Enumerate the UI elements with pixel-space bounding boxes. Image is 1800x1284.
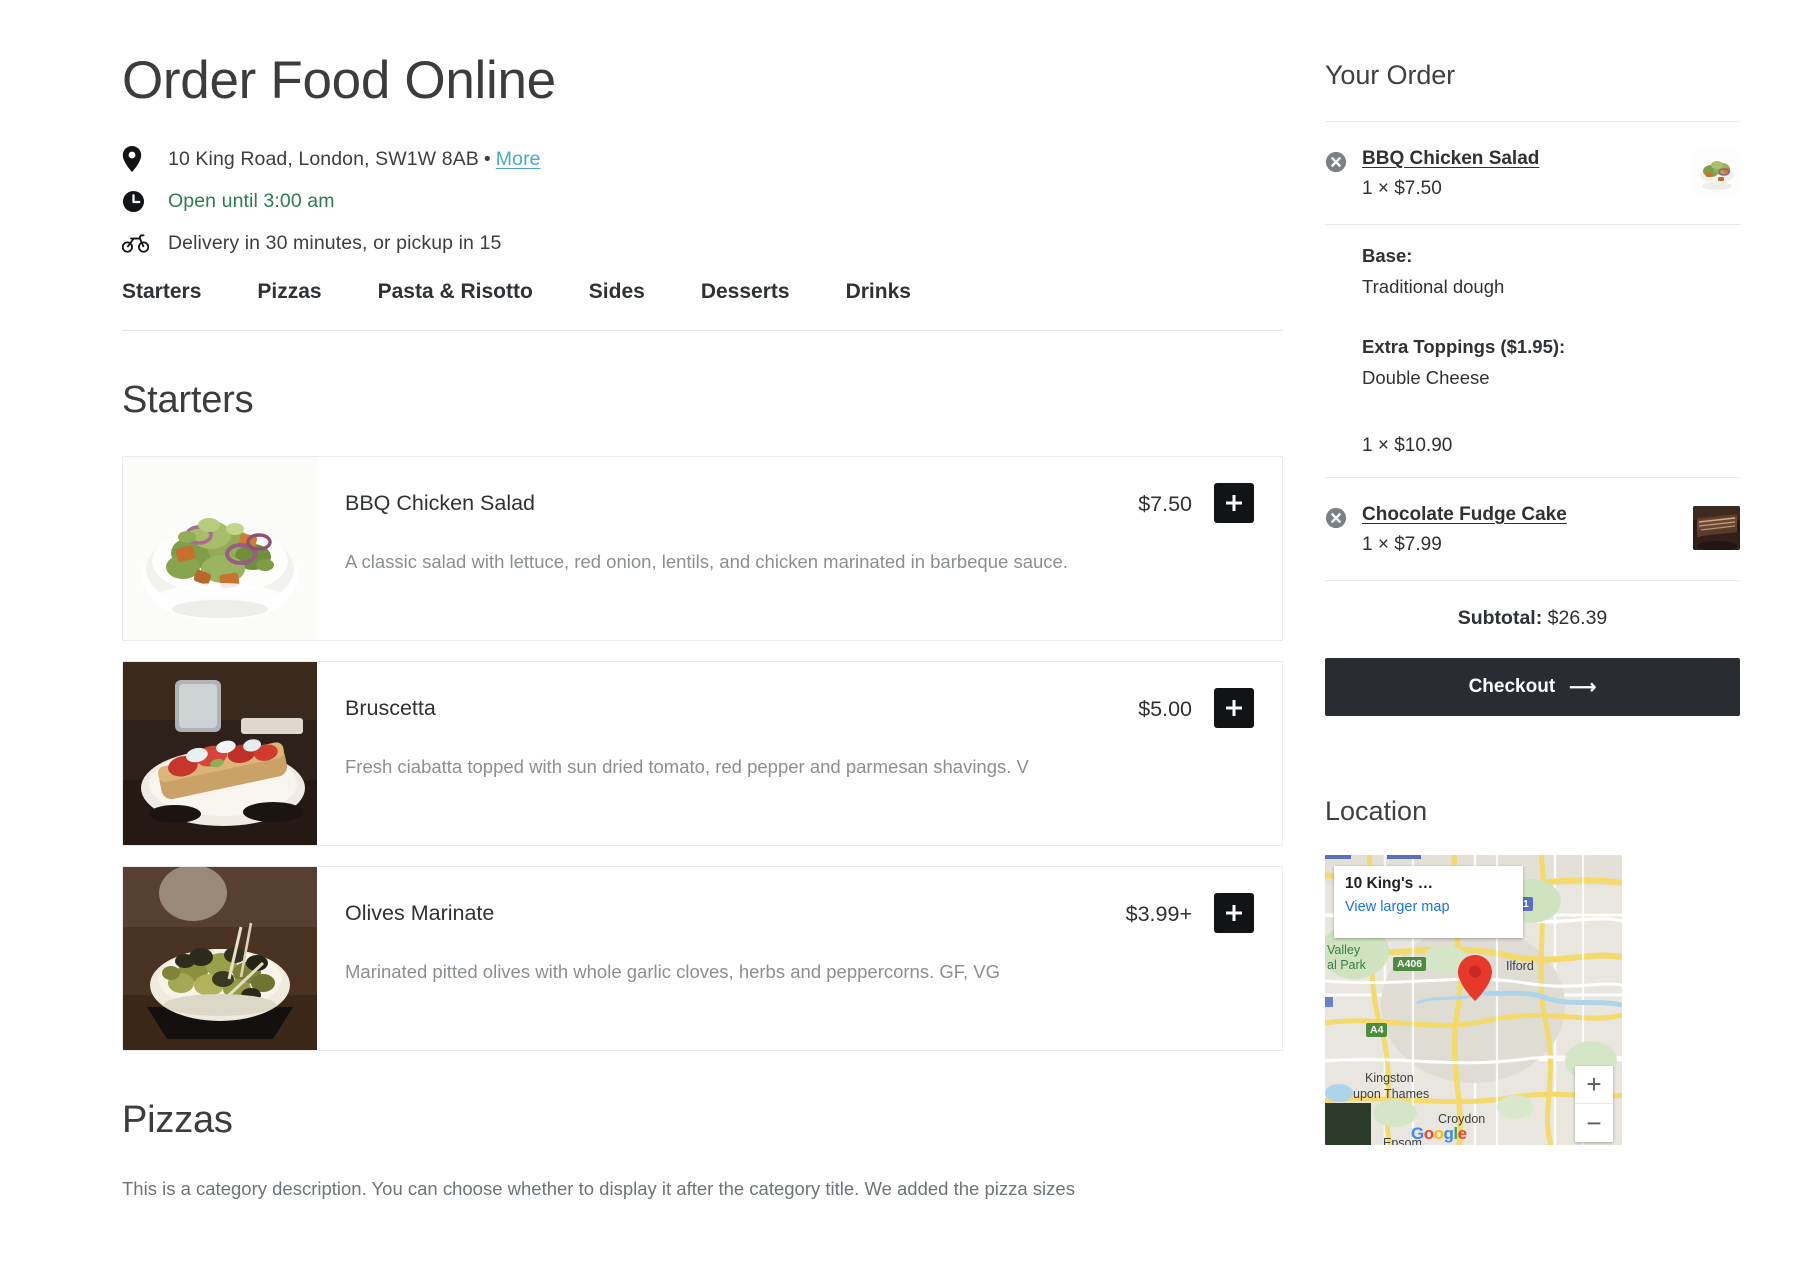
order-item-qty-price: 1 × $7.50 [1362,178,1442,199]
menu-item-name: Olives Marinate [345,901,495,926]
order-line-item: BBQ Chicken Salad 1 × $7.50 [1325,122,1740,224]
order-panel-heading: Your Order [1325,60,1456,90]
open-status-text: Open until 3:00 am [168,189,335,212]
address-text: 10 King Road, London, SW1W 8AB • More [168,148,541,171]
menu-item-body: Bruscetta $5.00 Fresh ciabatta topped wi… [317,662,1282,845]
meta-separator: • [483,147,491,170]
menu-item-name: Bruscetta [345,696,436,721]
bruscetta-photo [123,662,317,846]
order-line-item: Chocolate Fudge Cake 1 × $7.99 [1325,478,1740,580]
menu-item-description: Marinated pitted olives with whole garli… [345,961,1001,983]
olives-marinate-photo [123,867,317,1051]
nav-item-drinks[interactable]: Drinks [846,280,911,304]
category-nav: Starters Pizzas Pasta & Risotto Sides De… [122,280,1283,332]
nav-item-desserts[interactable]: Desserts [701,280,790,304]
location-heading: Location [1325,796,1428,826]
option-value: Traditional dough [1362,276,1505,297]
road-shield-a4: A4 [1366,1023,1388,1037]
map-pin-marker[interactable] [1458,955,1492,1006]
main-content: Order Food Online 10 King Road, London, … [0,0,1283,1284]
bbq-chicken-salad-thumb [1693,150,1740,194]
option-value: Double Cheese [1362,367,1490,388]
subtotal-row: Subtotal: $26.39 [1325,581,1740,658]
google-logo: Google [1411,1124,1467,1143]
subtotal-label: Subtotal: [1457,607,1543,629]
order-item-qty-price: 1 × $7.99 [1362,534,1442,555]
map-street-view-thumbnail[interactable] [1325,1103,1371,1145]
menu-item-card[interactable]: Bruscetta $5.00 Fresh ciabatta topped wi… [122,661,1283,847]
more-link[interactable]: More [496,148,541,170]
menu-item-head: Olives Marinate $3.99+ [345,893,1254,934]
menu-item-head: Bruscetta $5.00 [345,688,1254,729]
map-zoom-controls: + − [1575,1066,1613,1142]
menu-item-description: Fresh ciabatta topped with sun dried tom… [345,756,1029,778]
order-line-main: BBQ Chicken Salad 1 × $7.50 [1325,148,1693,200]
subtotal-value: $26.39 [1547,607,1608,629]
address-value: 10 King Road, London, SW1W 8AB [168,147,479,170]
page-title: Order Food Online [122,51,556,110]
category-description: This is a category description. You can … [122,1178,1075,1200]
menu-item-card[interactable]: Olives Marinate $3.99+ Marinated pitted … [122,866,1283,1052]
bicycle-icon [122,233,168,253]
order-line-main: Chocolate Fudge Cake 1 × $7.99 [1325,504,1693,556]
nav-item-starters[interactable]: Starters [122,280,201,304]
order-item-name[interactable]: Chocolate Fudge Cake [1362,504,1567,526]
nav-item-pasta-risotto[interactable]: Pasta & Risotto [378,280,533,304]
bbq-chicken-salad-photo [123,457,317,641]
map-label-kingston: Kingston [1365,1071,1414,1085]
order-option-base: Base: Traditional dough [1325,225,1740,316]
checkout-button[interactable]: Checkout ⟶ [1325,658,1740,716]
map-label-park: al Park [1327,958,1366,972]
order-option-total: 1 × $10.90 [1362,435,1453,456]
map-place-title: 10 King's … [1345,875,1434,892]
road-shield-a406: A406 [1393,957,1427,971]
delivery-row: Delivery in 30 minutes, or pickup in 15 [122,228,1283,258]
map-info-card[interactable]: 10 King's … View larger map [1334,866,1523,938]
address-row: 10 King Road, London, SW1W 8AB • More [122,144,1283,174]
order-item-name[interactable]: BBQ Chicken Salad [1362,148,1539,170]
section-title-pizzas: Pizzas [122,1099,233,1142]
zoom-in-button[interactable]: + [1575,1066,1613,1104]
section-title-starters: Starters [122,379,254,422]
menu-item-body: Olives Marinate $3.99+ Marinated pitted … [317,867,1282,1050]
view-larger-map-link[interactable]: View larger map [1345,899,1512,915]
restaurant-meta: 10 King Road, London, SW1W 8AB • More Open… [122,144,1283,258]
sidebar: Your Order BBQ Chicken Salad 1 × $7.50 B… [1283,0,1800,1284]
zoom-out-button[interactable]: − [1575,1104,1613,1142]
map-label-ilford: Ilford [1506,959,1534,973]
clock-icon [122,190,168,213]
checkout-button-label: Checkout [1468,676,1556,697]
map-label-valley: Valley [1327,943,1361,957]
option-label: Extra Toppings ($1.95): [1362,336,1566,357]
menu-item-description: A classic salad with lettuce, red onion,… [345,551,1068,573]
delivery-text: Delivery in 30 minutes, or pickup in 15 [168,231,502,254]
nav-item-sides[interactable]: Sides [589,280,645,304]
menu-item-price: $7.50 [1138,492,1192,517]
arrow-right-icon: ⟶ [1569,676,1597,698]
menu-item-body: BBQ Chicken Salad $7.50 A classic salad … [317,457,1282,640]
hours-row: Open until 3:00 am [122,186,1283,216]
menu-item-head: BBQ Chicken Salad $7.50 [345,483,1254,524]
map-label-upon-thames: upon Thames [1353,1087,1430,1101]
add-to-order-button[interactable] [1214,688,1254,729]
order-option-toppings: Extra Toppings ($1.95): Double Cheese [1325,316,1740,407]
option-label: Base: [1362,245,1413,266]
menu-item-name: BBQ Chicken Salad [345,491,536,516]
order-food-page: Order Food Online 10 King Road, London, … [0,0,1800,1284]
remove-item-icon[interactable] [1325,151,1347,173]
add-to-order-button[interactable] [1214,483,1254,524]
remove-item-icon[interactable] [1325,507,1347,529]
chocolate-fudge-cake-thumb [1693,506,1740,550]
menu-item-price: $3.99+ [1125,902,1192,927]
location-map[interactable]: 10 King's … View larger map M11 A406 A4 … [1325,855,1622,1145]
map-pin-icon [122,146,168,173]
menu-item-card[interactable]: BBQ Chicken Salad $7.50 A classic salad … [122,456,1283,642]
nav-item-pizzas[interactable]: Pizzas [257,280,321,304]
add-to-order-button[interactable] [1214,893,1254,934]
menu-item-price: $5.00 [1138,697,1192,722]
